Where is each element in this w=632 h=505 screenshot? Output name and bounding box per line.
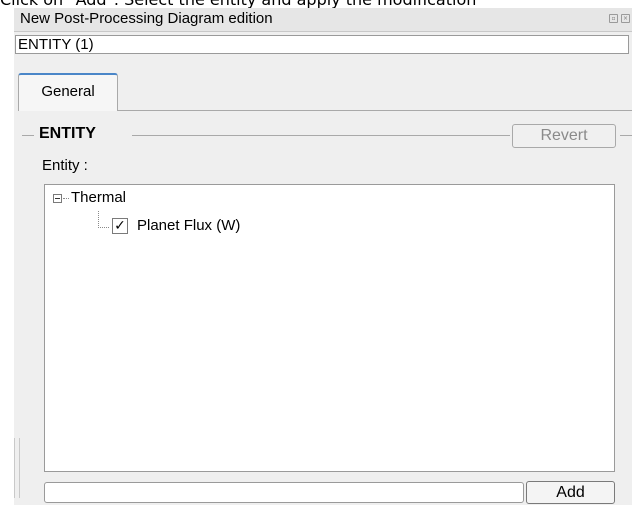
window-titlebar: New Post-Processing Diagram edition ▫ × <box>14 8 632 32</box>
window-title: New Post-Processing Diagram edition <box>20 10 273 27</box>
group-title: ENTITY <box>39 125 96 142</box>
diagram-edition-panel: New Post-Processing Diagram edition ▫ × … <box>14 8 632 505</box>
entity-tree[interactable]: Thermal ✓ Planet Flux (W) <box>44 184 615 472</box>
group-border <box>620 135 632 136</box>
tree-node-thermal[interactable]: Thermal <box>71 188 126 208</box>
titlebar-controls: ▫ × <box>609 14 630 23</box>
group-border <box>132 135 510 136</box>
add-entity-input[interactable] <box>44 482 524 503</box>
tab-general[interactable]: General <box>18 73 118 111</box>
revert-button[interactable]: Revert <box>512 124 616 148</box>
entity-name-field[interactable]: ENTITY (1) <box>15 35 629 54</box>
tree-branch-line <box>63 198 69 199</box>
float-icon[interactable]: ▫ <box>609 14 618 23</box>
planet-flux-checkbox[interactable]: ✓ <box>112 218 128 234</box>
tree-node-planet-flux[interactable]: Planet Flux (W) <box>137 216 240 236</box>
tree-branch-line <box>98 211 109 228</box>
close-icon[interactable]: × <box>621 14 630 23</box>
tab-bar-divider <box>118 110 632 111</box>
group-border <box>22 135 34 136</box>
add-button[interactable]: Add <box>526 481 615 504</box>
resize-grip[interactable] <box>14 438 20 498</box>
entity-label: Entity : <box>42 157 88 174</box>
instruction-caption: Click on "Add". Select the entity and ap… <box>0 0 632 8</box>
collapse-icon[interactable] <box>53 194 62 203</box>
